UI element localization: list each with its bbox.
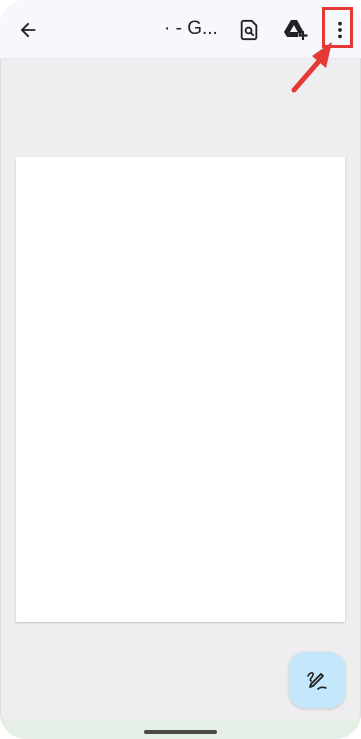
arrow-back-icon — [20, 22, 36, 38]
pdf-page[interactable] — [16, 157, 345, 622]
annotate-fab-button[interactable] — [289, 652, 345, 708]
edit-annotate-icon — [307, 672, 327, 690]
home-indicator[interactable] — [144, 730, 217, 734]
add-to-drive-button[interactable] — [282, 16, 310, 44]
find-in-page-button[interactable] — [235, 16, 263, 44]
find-in-page-icon — [240, 19, 258, 41]
more-vert-icon — [338, 21, 342, 39]
top-app-bar: · - G... — [0, 0, 361, 59]
phone-screen: · - G... — [0, 0, 361, 739]
more-options-button[interactable] — [326, 16, 354, 44]
add-to-drive-icon — [284, 20, 308, 40]
back-button[interactable] — [14, 16, 42, 44]
document-title: · - G... — [164, 18, 218, 39]
